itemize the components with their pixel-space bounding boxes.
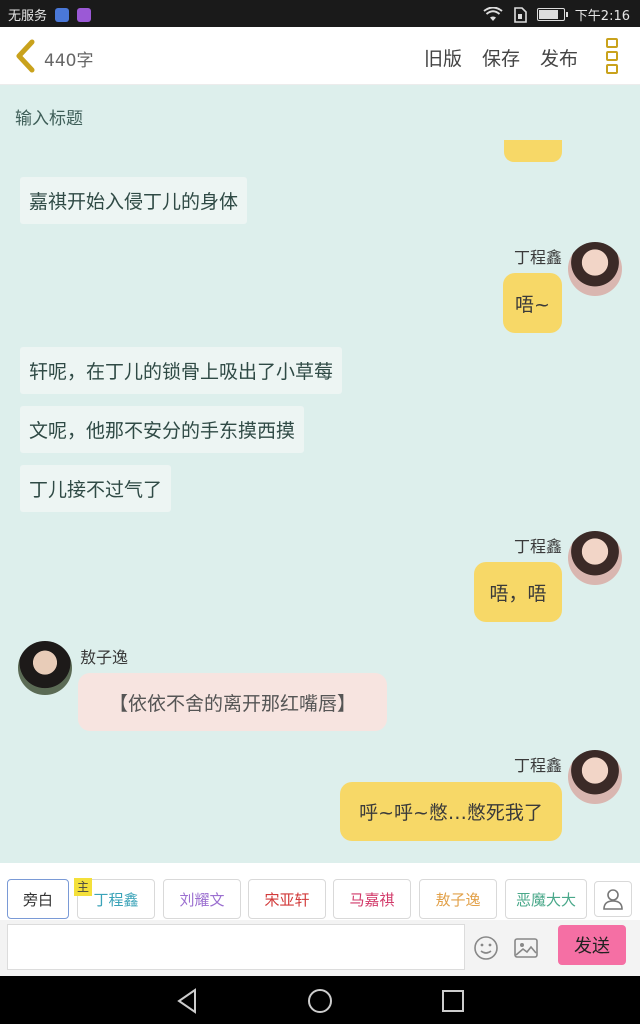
message-bubble[interactable]: 唔，唔 — [474, 562, 562, 622]
status-bar: 无服务 下午2:16 — [0, 0, 640, 27]
character-chip[interactable]: 马嘉祺 — [333, 879, 411, 919]
character-chip-narrator[interactable]: 旁白 — [7, 879, 69, 919]
main-character-tag: 主 — [74, 878, 93, 896]
emoji-icon[interactable] — [472, 934, 500, 962]
narration-message[interactable]: 嘉祺开始入侵丁儿的身体 — [20, 177, 248, 224]
battery-icon — [536, 8, 568, 21]
home-nav-icon[interactable] — [305, 986, 335, 1016]
narration-message[interactable]: 文呢，他那不安分的手东摸西摸 — [20, 406, 305, 453]
send-button[interactable]: 发送 — [558, 925, 626, 965]
message-bubble[interactable]: 【依依不舍的离开那红嘴唇】 — [78, 673, 387, 731]
speaker-name: 丁程鑫 — [513, 248, 562, 267]
character-chip[interactable]: 刘耀文 — [163, 879, 241, 919]
speaker-name: 敖子逸 — [80, 648, 129, 667]
message-input[interactable] — [7, 924, 465, 970]
avatar[interactable] — [568, 242, 622, 296]
back-nav-icon[interactable] — [173, 986, 203, 1016]
old-version-button[interactable]: 旧版 — [424, 44, 462, 71]
user-icon — [603, 889, 623, 910]
avatar[interactable] — [568, 531, 622, 585]
message-bubble[interactable]: 呼~呼~憋…憋死我了 — [340, 782, 562, 841]
system-nav-bar — [0, 976, 640, 1024]
editor-header: 440字 旧版 保存 发布 — [0, 27, 640, 85]
carrier-text: 无服务 — [8, 9, 48, 24]
word-count: 440字 — [44, 51, 94, 71]
sim-icon — [513, 6, 527, 23]
message-bubble-partial — [504, 140, 562, 162]
recents-nav-icon[interactable] — [438, 986, 468, 1016]
narration-message[interactable]: 轩呢，在丁儿的锁骨上吸出了小草莓 — [20, 347, 343, 394]
avatar[interactable] — [568, 750, 622, 804]
avatar[interactable] — [18, 641, 72, 695]
speaker-name: 丁程鑫 — [513, 537, 562, 556]
gallery-icon — [77, 7, 92, 22]
message-input-bar: 发送 — [0, 920, 640, 976]
character-chip[interactable]: 宋亚轩 — [248, 879, 326, 919]
save-button[interactable]: 保存 — [482, 44, 520, 71]
add-character-button[interactable] — [594, 881, 632, 917]
notification-icon — [55, 7, 70, 22]
back-icon[interactable] — [12, 39, 38, 73]
image-icon[interactable] — [512, 934, 540, 962]
more-menu-icon[interactable] — [606, 38, 620, 74]
character-chip[interactable]: 敖子逸 — [419, 879, 497, 919]
clock-text: 下午2:16 — [574, 9, 630, 24]
character-chip[interactable]: 恶魔大大 — [505, 879, 587, 919]
wifi-icon — [483, 7, 503, 21]
message-bubble[interactable]: 唔~ — [503, 273, 562, 333]
narration-message[interactable]: 丁儿接不过气了 — [20, 465, 172, 512]
publish-button[interactable]: 发布 — [540, 44, 578, 71]
speaker-name: 丁程鑫 — [513, 756, 562, 775]
title-input[interactable]: 输入标题 — [15, 104, 83, 129]
character-selector: 旁白 丁程鑫 主 刘耀文 宋亚轩 马嘉祺 敖子逸 恶魔大大 — [0, 863, 640, 920]
